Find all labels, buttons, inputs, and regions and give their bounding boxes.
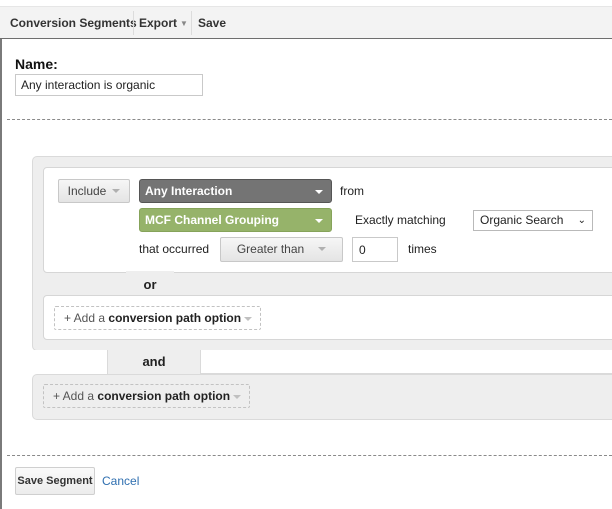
save-button[interactable]: Save xyxy=(198,7,226,39)
chevron-down-icon xyxy=(244,317,252,321)
and-label: and xyxy=(142,354,166,369)
match-value: Organic Search xyxy=(480,213,564,227)
from-label: from xyxy=(340,184,364,198)
include-dropdown[interactable]: Include xyxy=(58,179,130,203)
dimension-dropdown[interactable]: MCF Channel Grouping xyxy=(139,208,332,232)
chevron-down-icon: ▼ xyxy=(180,19,188,28)
comparison-dropdown[interactable]: Greater than xyxy=(220,237,343,262)
cancel-link[interactable]: Cancel xyxy=(102,474,139,488)
add-prefix: + Add a xyxy=(53,389,95,403)
include-label: Include xyxy=(67,184,107,198)
interaction-dropdown[interactable]: Any Interaction xyxy=(139,179,332,203)
add-option-label: conversion path option xyxy=(97,389,231,403)
add-or-path-option-dropdown[interactable]: + Add a conversion path option xyxy=(54,306,261,330)
conversion-segments-button[interactable]: Conversion Segments xyxy=(10,7,137,39)
match-type-label: Exactly matching xyxy=(355,213,446,227)
count-input[interactable] xyxy=(352,237,398,262)
chevron-down-icon xyxy=(233,395,241,399)
and-connector-right xyxy=(200,350,612,374)
save-segment-button[interactable]: Save Segment xyxy=(15,467,95,495)
chevron-down-icon xyxy=(318,247,327,251)
add-prefix: + Add a xyxy=(64,311,106,325)
toolbar-divider xyxy=(191,11,192,35)
divider xyxy=(7,455,612,456)
segment-name-input[interactable] xyxy=(15,74,203,96)
name-label: Name: xyxy=(15,56,58,72)
interaction-label: Any Interaction xyxy=(145,184,233,198)
export-menu-button[interactable]: Export ▼ xyxy=(139,7,188,39)
and-connector-left xyxy=(32,350,108,374)
chevron-down-icon xyxy=(315,219,323,223)
toolbar: Conversion Segments Export ▼ Save xyxy=(0,6,612,39)
dimension-label: MCF Channel Grouping xyxy=(145,213,279,227)
that-occurred-label: that occurred xyxy=(139,242,210,256)
match-value-select[interactable]: Organic Search ⌄ xyxy=(473,210,593,231)
or-label: or xyxy=(143,277,157,292)
toolbar-divider xyxy=(133,11,134,35)
add-and-path-option-dropdown[interactable]: + Add a conversion path option xyxy=(43,384,250,408)
divider xyxy=(7,119,612,120)
chevron-down-icon xyxy=(315,190,323,194)
chevron-down-icon: ⌄ xyxy=(577,215,586,226)
chevron-down-icon xyxy=(112,189,121,193)
add-option-label: conversion path option xyxy=(108,311,242,325)
times-label: times xyxy=(408,242,437,256)
comparison-label: Greater than xyxy=(236,242,305,256)
export-label: Export xyxy=(139,16,178,30)
